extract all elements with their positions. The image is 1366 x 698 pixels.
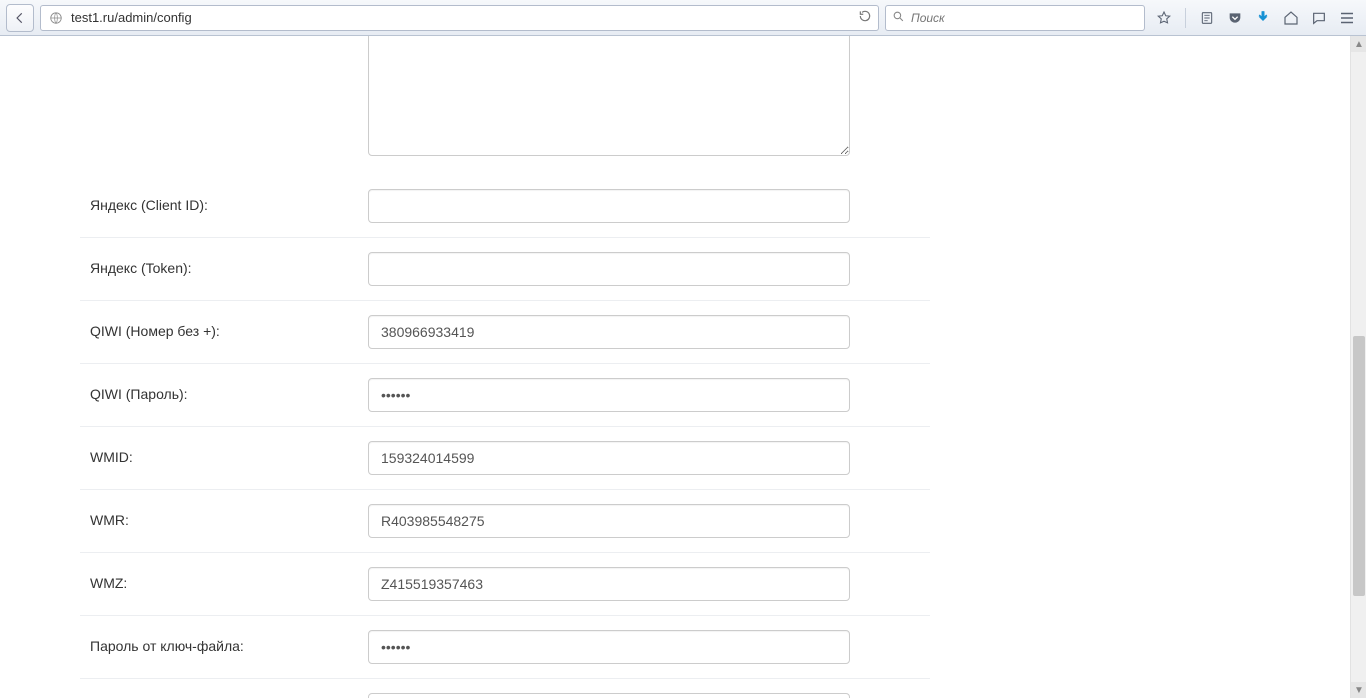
yandex-token-label: Яндекс (Token): <box>90 252 368 276</box>
download-icon[interactable] <box>1254 9 1272 27</box>
wmr-input[interactable] <box>368 504 850 538</box>
wmid-label: WMID: <box>90 441 368 465</box>
form-row-wmz: WMZ: <box>80 553 930 616</box>
toolbar-separator <box>1185 8 1186 28</box>
browser-chrome: test1.ru/admin/config <box>0 0 1366 36</box>
yandex-token-input[interactable] <box>368 252 850 286</box>
form-row-yandex-client-id: Яндекс (Client ID): <box>80 175 930 238</box>
toolbar-icons <box>1151 8 1360 28</box>
form-row-qiwi-password: QIWI (Пароль): <box>80 364 930 427</box>
bookmark-star-icon[interactable] <box>1155 9 1173 27</box>
config-form: Яндекс (Client ID): Яндекс (Token): QIWI… <box>80 36 930 698</box>
search-icon <box>892 10 905 26</box>
reload-icon[interactable] <box>858 9 872 26</box>
qiwi-password-label: QIWI (Пароль): <box>90 378 368 402</box>
search-bar[interactable] <box>885 5 1145 31</box>
scroll-thumb[interactable] <box>1353 336 1365 596</box>
qiwi-number-input[interactable] <box>368 315 850 349</box>
yandex-client-id-input[interactable] <box>368 189 850 223</box>
key-password-input[interactable] <box>368 630 850 664</box>
form-row-key-file: Ключ-файл: 03-03-2016 15:14 Обзор… Файл … <box>80 679 930 698</box>
url-bar[interactable]: test1.ru/admin/config <box>40 5 879 31</box>
wmr-label: WMR: <box>90 504 368 528</box>
key-password-label: Пароль от ключ-файла: <box>90 630 368 654</box>
config-textarea[interactable] <box>368 36 850 156</box>
yandex-client-id-label: Яндекс (Client ID): <box>90 189 368 213</box>
globe-icon <box>47 9 65 27</box>
file-picker[interactable]: Обзор… Файл не выбран. <box>368 693 850 698</box>
form-row-yandex-token: Яндекс (Token): <box>80 238 930 301</box>
page-viewport: Яндекс (Client ID): Яндекс (Token): QIWI… <box>0 36 1366 698</box>
library-icon[interactable] <box>1198 9 1216 27</box>
scroll-down-button[interactable]: ▼ <box>1351 682 1366 698</box>
form-row-qiwi-number: QIWI (Номер без +): <box>80 301 930 364</box>
qiwi-password-input[interactable] <box>368 378 850 412</box>
key-file-label-col: Ключ-файл: 03-03-2016 15:14 <box>90 693 368 698</box>
arrow-left-icon <box>13 11 27 25</box>
home-icon[interactable] <box>1282 9 1300 27</box>
pocket-icon[interactable] <box>1226 9 1244 27</box>
form-row-wmid: WMID: <box>80 427 930 490</box>
search-input[interactable] <box>911 11 1138 25</box>
wmid-input[interactable] <box>368 441 850 475</box>
back-button[interactable] <box>6 4 34 32</box>
qiwi-number-label: QIWI (Номер без +): <box>90 315 368 339</box>
chat-icon[interactable] <box>1310 9 1328 27</box>
form-row-textarea <box>80 36 930 175</box>
wmz-input[interactable] <box>368 567 850 601</box>
scroll-up-button[interactable]: ▲ <box>1351 36 1366 52</box>
url-text: test1.ru/admin/config <box>71 10 852 25</box>
wmz-label: WMZ: <box>90 567 368 591</box>
form-row-wmr: WMR: <box>80 490 930 553</box>
textarea-label <box>90 153 368 161</box>
vertical-scrollbar[interactable]: ▲ ▼ <box>1350 36 1366 698</box>
menu-icon[interactable] <box>1338 9 1356 27</box>
form-row-key-password: Пароль от ключ-файла: <box>80 616 930 679</box>
